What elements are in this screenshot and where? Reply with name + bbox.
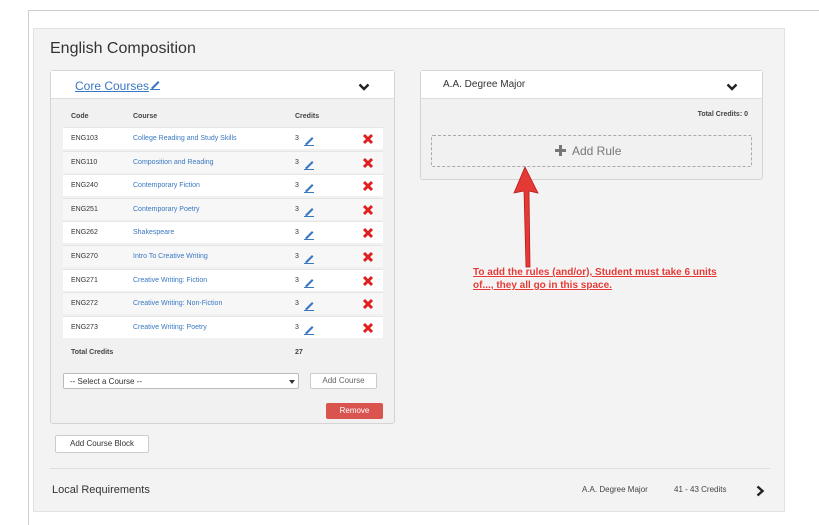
pencil-icon[interactable]	[303, 157, 315, 175]
pencil-icon[interactable]	[303, 322, 315, 340]
annotation-note: To add the rules (and/or), Student must …	[473, 267, 717, 291]
degree-major-header: A.A. Degree Major	[421, 71, 762, 99]
add-rule-button[interactable]: Add Rule	[431, 135, 752, 167]
course-code: ENG270	[71, 253, 98, 260]
course-row: ENG262 Shakespeare 3	[63, 221, 383, 245]
course-code: ENG272	[71, 300, 98, 308]
local-requirements-credits: 41 - 43 Credits	[674, 485, 727, 494]
delete-x-icon[interactable]	[362, 203, 374, 221]
chevron-down-icon[interactable]	[726, 79, 738, 97]
course-row: ENG272 Creative Writing: Non-Fiction 3	[63, 292, 383, 316]
degree-major-total-credits: Total Credits: 0	[697, 111, 748, 118]
course-select-value: -- Select a Course --	[70, 377, 143, 386]
pencil-icon[interactable]	[303, 275, 315, 293]
top-border	[28, 10, 819, 11]
core-courses-block: Core Courses Code Course Credits ENG103 C…	[50, 70, 395, 424]
delete-x-icon[interactable]	[362, 321, 374, 339]
pencil-icon[interactable]	[303, 133, 315, 151]
local-requirements-title[interactable]: Local Requirements	[52, 484, 150, 496]
pencil-icon[interactable]	[303, 298, 315, 316]
remove-button[interactable]: Remove	[326, 403, 383, 419]
add-course-button[interactable]: Add Course	[310, 373, 377, 389]
delete-x-icon[interactable]	[362, 274, 374, 292]
course-name-link[interactable]: Creative Writing: Fiction	[133, 277, 207, 284]
column-header-course: Course	[133, 113, 158, 120]
delete-x-icon[interactable]	[362, 179, 374, 197]
pencil-icon[interactable]	[303, 251, 315, 269]
course-name-link[interactable]: Contemporary Fiction	[133, 182, 200, 189]
degree-major-block: A.A. Degree Major Total Credits: 0 Add R…	[420, 70, 763, 180]
course-credits: 3	[295, 323, 299, 331]
course-name-link[interactable]: Creative Writing: Poetry	[133, 324, 207, 331]
pencil-icon[interactable]	[303, 204, 315, 222]
course-code: ENG103	[71, 135, 98, 142]
degree-major-title: A.A. Degree Major	[443, 79, 526, 90]
delete-x-icon[interactable]	[362, 297, 374, 315]
course-row: ENG103 College Reading and Study Skills 3	[63, 127, 383, 149]
course-code: ENG251	[71, 205, 98, 213]
pencil-icon[interactable]	[303, 227, 315, 245]
total-credits-value: 27	[295, 349, 303, 356]
red-arrow-icon	[505, 165, 545, 275]
course-credits: 3	[295, 135, 299, 142]
course-code: ENG110	[71, 158, 98, 166]
course-code: ENG240	[71, 182, 98, 190]
course-name-link[interactable]: Shakespeare	[133, 229, 174, 236]
divider	[50, 468, 770, 469]
delete-x-icon[interactable]	[362, 132, 374, 150]
delete-x-icon[interactable]	[362, 226, 374, 244]
course-code: ENG262	[71, 229, 98, 237]
delete-x-icon[interactable]	[362, 250, 374, 268]
core-courses-title[interactable]: Core Courses	[75, 79, 149, 93]
course-row: ENG273 Creative Writing: Poetry 3	[63, 315, 383, 340]
local-requirements-major: A.A. Degree Major	[582, 485, 648, 494]
course-select[interactable]: -- Select a Course --	[63, 373, 299, 389]
column-header-code: Code	[71, 113, 89, 120]
course-credits: 3	[295, 205, 299, 213]
delete-x-icon[interactable]	[362, 156, 374, 174]
plus-icon	[554, 144, 567, 162]
course-credits: 3	[295, 300, 299, 308]
app-window: English Composition Core Courses Code Co…	[0, 0, 819, 525]
left-border	[28, 10, 29, 525]
course-row: ENG270 Intro To Creative Writing 3	[63, 245, 383, 267]
course-name-link[interactable]: Composition and Reading	[133, 159, 214, 166]
chevron-down-icon[interactable]	[358, 79, 370, 97]
course-credits: 3	[295, 158, 299, 166]
total-credits-label: Total Credits	[71, 349, 114, 356]
add-course-block-button[interactable]: Add Course Block	[55, 435, 149, 453]
chevron-right-icon[interactable]	[755, 484, 765, 502]
add-rule-label: Add Rule	[572, 144, 622, 158]
course-code: ENG273	[71, 323, 98, 331]
core-courses-header: Core Courses	[51, 71, 394, 99]
course-credits: 3	[295, 229, 299, 237]
course-credits: 3	[295, 182, 299, 190]
course-name-link[interactable]: Intro To Creative Writing	[133, 253, 208, 260]
course-row: ENG110 Composition and Reading 3	[63, 150, 383, 175]
page-title: English Composition	[50, 40, 196, 57]
caret-down-icon	[289, 380, 295, 384]
pencil-icon[interactable]	[303, 180, 315, 198]
course-code: ENG271	[71, 276, 98, 284]
course-name-link[interactable]: Creative Writing: Non-Fiction	[133, 300, 222, 307]
course-credits: 3	[295, 276, 299, 284]
course-name-link[interactable]: College Reading and Study Skills	[133, 135, 237, 142]
column-header-credits: Credits	[295, 113, 320, 120]
course-row: ENG240 Contemporary Fiction 3	[63, 174, 383, 198]
course-credits: 3	[295, 253, 299, 260]
course-row: ENG271 Creative Writing: Fiction 3	[63, 268, 383, 293]
pencil-icon[interactable]	[149, 77, 161, 95]
course-row: ENG251 Contemporary Poetry 3	[63, 197, 383, 222]
course-name-link[interactable]: Contemporary Poetry	[133, 206, 200, 213]
